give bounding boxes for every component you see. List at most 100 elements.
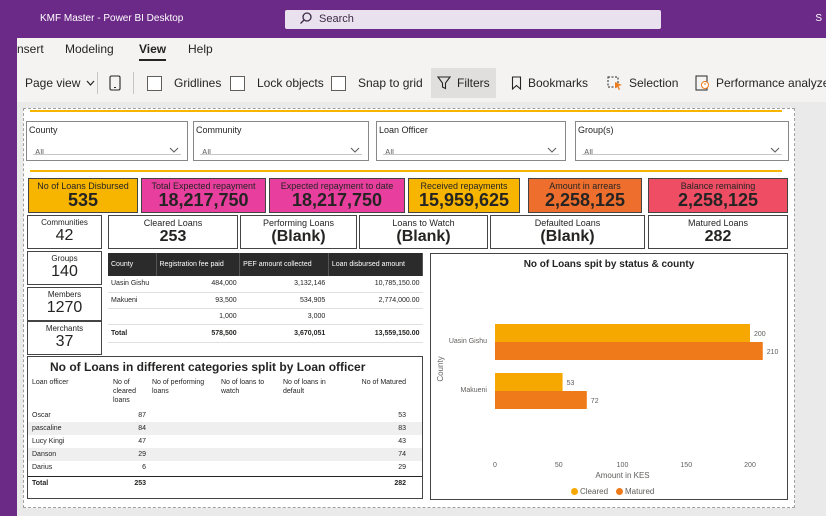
card-value: 1270 [46,299,83,316]
chart-plot: Uasin Gishu 200 210 Makueni 53 72 0 50 100 150 200… [436,324,779,480]
bookmarks-button[interactable]: Bookmarks [511,73,588,93]
table-cell: 83 [398,425,406,432]
table-cell: 3,670,051 [239,323,329,343]
y-tick-label: Uasin Gishu [449,338,487,345]
column-header[interactable]: No of loans in default [283,378,341,396]
x-tick-label: 50 [555,462,563,469]
filters-button[interactable]: Filters [431,68,496,98]
slicer-label: Group(s) [578,125,614,135]
chevron-down-icon [86,80,95,86]
tab-help[interactable]: Help [188,42,213,56]
bar-cleared[interactable] [495,373,563,391]
kpi-value: 18,217,750 [291,190,383,210]
gridlines-label: Gridlines [174,76,222,90]
column-header-registration-fee[interactable]: Registration fee paid [156,253,241,276]
bar-cleared[interactable] [495,324,750,342]
bar-matured[interactable] [495,391,587,409]
ribbon: nsert Modeling View Help Page view Gridl… [17,38,826,102]
column-header-pef-amount[interactable]: PEF amount collected [239,253,329,276]
table-cell [328,308,423,325]
bookmark-icon [511,76,522,90]
slicer-value: All [584,148,593,157]
legend-swatch [616,488,624,496]
slicer-groups[interactable]: Group(s) All [575,121,789,161]
card-value: (Blank) [271,228,326,245]
column-header-county[interactable]: County [108,253,157,276]
snap-to-grid-label: Snap to grid [358,76,423,90]
column-header[interactable]: Loan officer [32,378,102,387]
lock-objects-toggle[interactable]: Lock objects [230,73,324,93]
table-row[interactable]: pascaline 84 83 [28,422,422,435]
search-box[interactable]: Search [285,10,661,29]
county-table: County Registration fee paid PEF amount … [108,253,424,346]
column-header-loan-disbursed[interactable]: Loan disbursed amount [328,253,424,276]
card-performing-loans: Performing Loans (Blank) [240,215,357,249]
card-groups: Groups 140 [27,251,102,285]
legend-item-cleared[interactable]: Cleared [571,487,608,496]
table-cell: 74 [398,451,406,458]
x-tick-label: 200 [744,462,756,469]
slicer-community[interactable]: Community All [193,121,369,161]
table-cell: 84 [138,425,146,432]
slicer-label: Loan Officer [379,125,428,135]
data-label: 200 [754,331,766,338]
mobile-layout-button[interactable] [109,73,121,93]
table-cell: 2,774,000.00 [328,292,423,309]
snap-to-grid-toggle[interactable]: Snap to grid [331,73,423,93]
tab-modeling[interactable]: Modeling [65,42,114,56]
slicer-loan-officer[interactable]: Loan Officer All [376,121,566,161]
slicer-underline [582,154,782,155]
gridlines-toggle[interactable]: Gridlines [147,73,221,93]
x-tick-label: 0 [493,462,497,469]
slicer-underline [33,154,181,155]
slicer-label: County [29,125,58,135]
table-row[interactable]: Makueni 93,500 534,905 2,774,000.00 [108,292,423,309]
card-value: (Blank) [540,228,595,245]
slicer-county[interactable]: County All [26,121,188,161]
table-row[interactable]: 1,000 3,000 [108,308,423,325]
column-header[interactable]: No of cleared loans [113,378,153,405]
table-row[interactable]: Danson 29 74 [28,448,422,461]
mobile-phone-icon [109,75,121,91]
table-cell: Total [108,323,156,343]
snap-to-grid-checkbox[interactable] [331,75,346,91]
column-header[interactable]: No of Matured [350,378,406,387]
card-value: (Blank) [396,228,451,245]
tab-insert[interactable]: nsert [17,42,44,56]
user-initial[interactable]: S [815,13,822,24]
legend-item-matured[interactable]: Matured [616,487,654,496]
lock-objects-checkbox[interactable] [230,75,245,91]
card-label: Merchants [45,324,84,333]
table-row[interactable]: Darius 6 29 [28,461,422,474]
table-cell: 13,559,150.00 [328,323,423,343]
table-row[interactable]: Uasin Gishu 484,000 3,132,146 10,785,150… [108,276,423,293]
kpi-value: 535 [67,190,99,210]
kpi-loans-disbursed: No of Loans Disbursed 535 [28,178,138,213]
data-label: 210 [767,349,779,356]
kpi-total-expected-repayment: Total Expected repayment 18,217,750 [141,178,266,213]
card-members: Members 1270 [27,287,102,321]
table-cell: 6 [142,464,146,471]
kpi-value: 15,959,625 [418,190,510,210]
table-row[interactable]: Oscar 87 53 [28,409,422,422]
table-total-row: Total 253 282 [28,476,422,489]
bookmarks-label: Bookmarks [528,76,589,90]
filter-icon [437,76,451,90]
table-cell: 43 [398,438,406,445]
card-label: Communities [41,218,88,227]
performance-analyzer-button[interactable]: Performance analyzer [695,73,826,93]
table-cell: 1,000 [156,308,240,325]
performance-analyzer-label: Performance analyzer [716,76,826,90]
card-loans-to-watch: Loans to Watch (Blank) [359,215,488,249]
kpi-received-repayments: Received repayments 15,959,625 [408,178,520,213]
column-header[interactable]: No of loans to watch [221,378,279,396]
page-view-button[interactable]: Page view [25,73,95,93]
selection-button[interactable]: Selection [607,73,678,93]
card-value: 253 [159,228,187,245]
tab-view[interactable]: View [139,42,167,61]
gridlines-checkbox[interactable] [147,75,162,91]
column-header[interactable]: No of performing loans [152,378,218,396]
card-matured-loans: Matured Loans 282 [648,215,788,249]
table-row[interactable]: Lucy Kingi 47 43 [28,435,422,448]
bar-matured[interactable] [495,342,763,360]
